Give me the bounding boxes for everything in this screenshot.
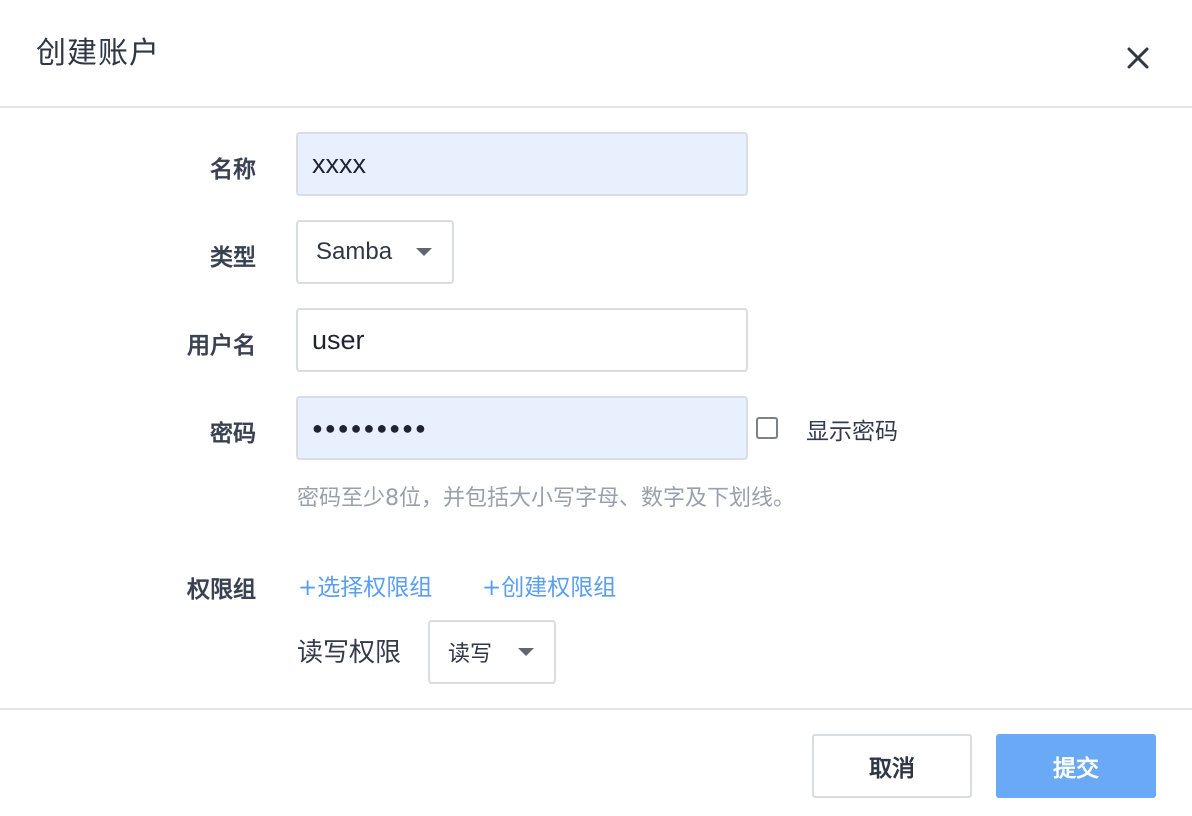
username-input[interactable]: user [296, 308, 748, 372]
password-hint: 密码至少8位，并包括大小写字母、数字及下划线。 [297, 486, 795, 511]
dialog-header: 创建账户 [0, 0, 1192, 108]
rw-permission-value: 读写 [448, 641, 493, 666]
close-icon[interactable] [1118, 38, 1158, 78]
name-label: 名称 [210, 157, 256, 183]
type-select-value: Samba [316, 238, 393, 265]
dialog-title: 创建账户 [36, 36, 160, 71]
chevron-down-icon [518, 648, 534, 656]
username-label: 用户名 [187, 333, 256, 359]
footer-divider [0, 708, 1192, 710]
create-permission-group-link[interactable]: +创建权限组 [482, 568, 616, 602]
show-password-checkbox[interactable] [756, 417, 778, 439]
type-label: 类型 [210, 245, 256, 271]
submit-button[interactable]: 提交 [996, 734, 1156, 798]
chevron-down-icon [416, 248, 432, 256]
show-password-label[interactable]: 显示密码 [806, 412, 898, 446]
type-select[interactable]: Samba [296, 220, 454, 284]
permission-group-label: 权限组 [187, 577, 256, 603]
password-input[interactable]: ●●●●●●●●● [296, 396, 748, 460]
rw-permission-label: 读写权限 [297, 638, 402, 668]
password-label: 密码 [210, 421, 256, 447]
name-input[interactable]: xxxx [296, 132, 748, 196]
select-permission-group-link[interactable]: +选择权限组 [298, 568, 432, 602]
rw-permission-select[interactable]: 读写 [428, 620, 556, 684]
cancel-button[interactable]: 取消 [812, 734, 972, 798]
